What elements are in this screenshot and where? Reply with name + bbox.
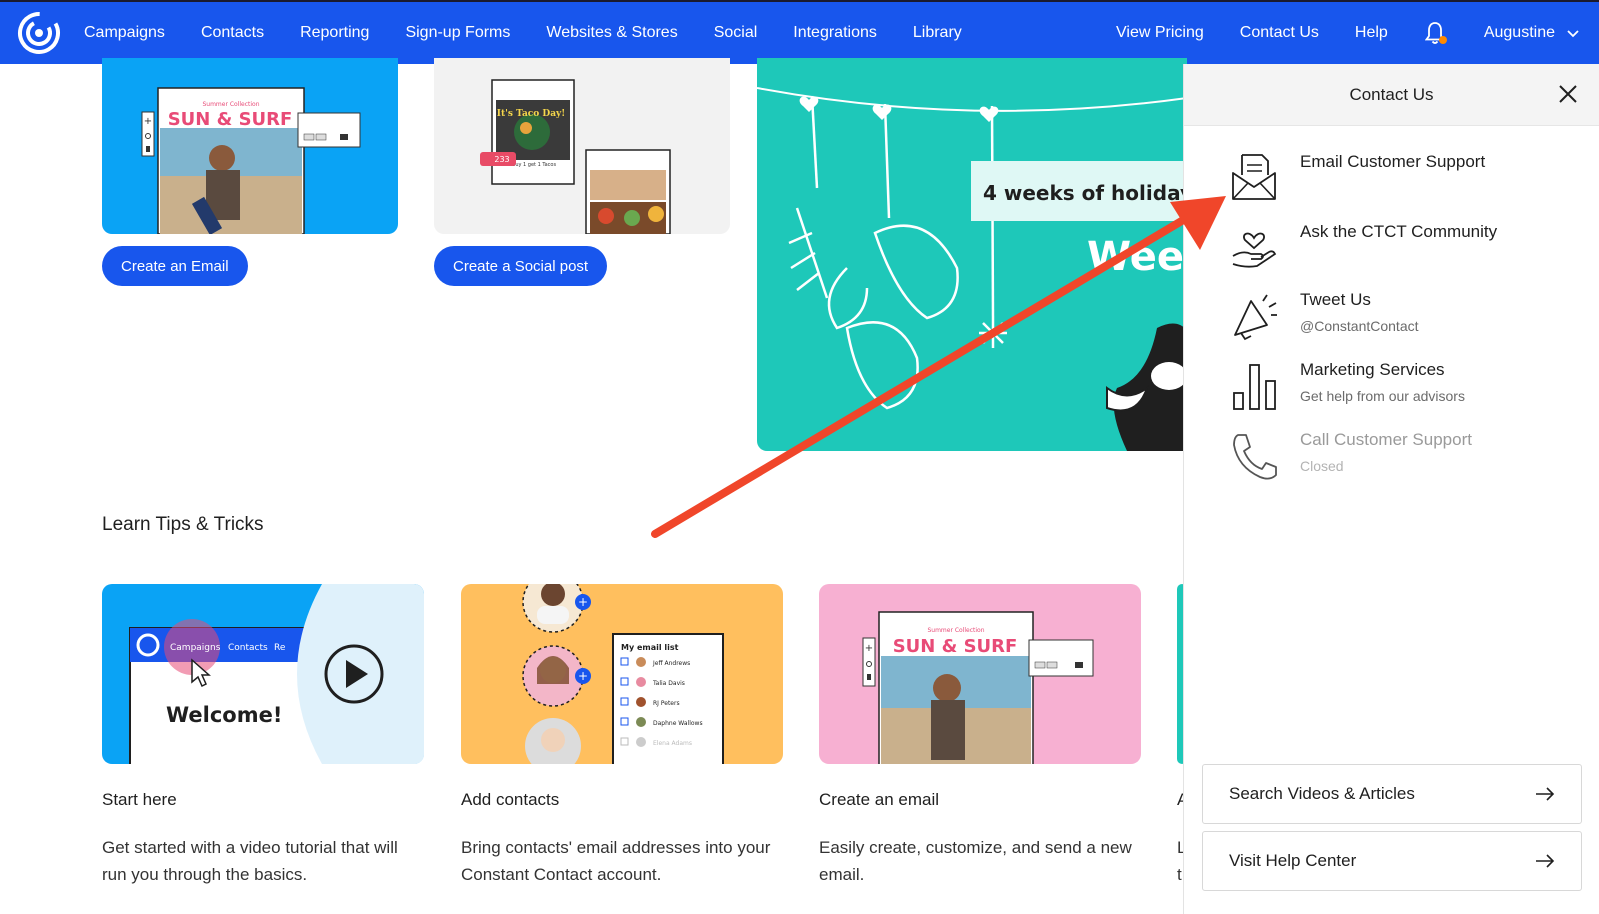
heart-hand-icon: [1228, 220, 1280, 272]
search-videos-articles-button[interactable]: Search Videos & Articles: [1202, 764, 1582, 824]
tip-sun-surf-subtitle: Summer Collection: [927, 627, 984, 634]
tip-desc-start-here: Get started with a video tutorial that w…: [102, 838, 398, 884]
nav-social[interactable]: Social: [714, 24, 758, 42]
marketing-services-option[interactable]: Marketing Services Get help from our adv…: [1228, 360, 1465, 412]
welcome-nav-re: Re: [274, 643, 286, 653]
option-title-community: Ask the CTCT Community: [1300, 222, 1498, 241]
nav-signup-forms[interactable]: Sign-up Forms: [405, 24, 510, 42]
visit-help-center-label: Visit Help Center: [1229, 851, 1357, 870]
email-list-name-0: Jeff Andrews: [652, 660, 690, 667]
user-menu[interactable]: Augustine: [1484, 24, 1579, 42]
option-title-email: Email Customer Support: [1300, 152, 1486, 171]
megaphone-icon: [1228, 290, 1280, 342]
likes-count: 233: [494, 155, 509, 164]
tip-card-add-contacts[interactable]: + + My email list Jeff Andrews Talia Dav…: [461, 584, 783, 764]
create-social-thumbnail[interactable]: It's Taco Day! Buy 1 get 1 Tacos 233: [434, 58, 730, 234]
tweet-us-option[interactable]: Tweet Us @ConstantContact: [1228, 290, 1419, 342]
welcome-nav-campaigns: Campaigns: [170, 643, 221, 653]
taco-sub-text: Buy 1 get 1 Tacos: [512, 162, 557, 168]
sun-surf-title: SUN & SURF: [168, 109, 293, 130]
option-title-marketing: Marketing Services: [1300, 360, 1445, 379]
tip-card-start-here[interactable]: Campaigns Contacts Re Welcome!: [102, 584, 424, 764]
email-list-name-3: Daphne Wallows: [653, 720, 703, 727]
welcome-nav-contacts: Contacts: [228, 643, 268, 653]
bar-chart-icon: [1228, 360, 1280, 412]
nav-contacts[interactable]: Contacts: [201, 24, 264, 42]
nav-help[interactable]: Help: [1355, 24, 1388, 42]
close-icon[interactable]: [1557, 83, 1579, 105]
constant-contact-logo[interactable]: [16, 10, 62, 56]
visit-help-center-button[interactable]: Visit Help Center: [1202, 831, 1582, 891]
nav-library[interactable]: Library: [913, 24, 962, 42]
tip-title-start-here: Start here: [102, 790, 177, 809]
option-sub-tweet: @ConstantContact: [1300, 318, 1419, 334]
option-title-call: Call Customer Support: [1300, 430, 1472, 449]
create-social-post-button[interactable]: Create a Social post: [434, 246, 608, 286]
create-email-button[interactable]: Create an Email: [102, 246, 248, 286]
tip-desc-create-email: Easily create, customize, and send a new…: [819, 838, 1132, 884]
chevron-down-icon: [1567, 30, 1579, 38]
svg-text:+: +: [865, 643, 873, 654]
page: Campaigns Contacts Reporting Sign-up For…: [0, 0, 1599, 914]
search-videos-label: Search Videos & Articles: [1229, 784, 1415, 803]
arrow-right-icon: [1536, 787, 1555, 801]
panel-header: Contact Us: [1184, 64, 1599, 126]
arrow-right-icon: [1536, 854, 1555, 868]
ask-community-option[interactable]: Ask the CTCT Community: [1228, 220, 1497, 272]
holiday-promo-banner[interactable]: 4 weeks of holiday c Week: [757, 58, 1187, 451]
taco-day-text: It's Taco Day!: [497, 109, 565, 119]
email-list-name-2: RJ Peters: [653, 700, 680, 707]
nav-campaigns[interactable]: Campaigns: [84, 24, 165, 42]
email-list-name-4: Elena Adams: [653, 740, 692, 747]
create-email-thumbnail[interactable]: + Summer Collection SUN & SURF: [102, 58, 398, 234]
welcome-text: Welcome!: [166, 703, 282, 727]
contact-us-panel: Contact Us Email Customer Support Ask th…: [1183, 64, 1599, 914]
tip-card-create-email[interactable]: + Summer Collection SUN & SURF: [819, 584, 1141, 764]
tip-title-create-email: Create an email: [819, 790, 940, 809]
tip-desc-add-contacts: Bring contacts' email addresses into you…: [461, 838, 771, 884]
svg-text:+: +: [578, 669, 588, 683]
option-sub-call: Closed: [1300, 458, 1344, 474]
sun-surf-subtitle: Summer Collection: [202, 101, 259, 108]
tip-title-add-contacts: Add contacts: [461, 790, 560, 809]
notification-dot: [1438, 36, 1447, 44]
user-name: Augustine: [1483, 24, 1555, 41]
email-list-title: My email list: [621, 643, 679, 652]
email-list-name-1: Talia Davis: [652, 680, 685, 687]
option-title-tweet: Tweet Us: [1300, 290, 1371, 309]
holiday-banner-text: 4 weeks of holiday c: [983, 181, 1187, 205]
svg-text:+: +: [578, 595, 588, 609]
nav-integrations[interactable]: Integrations: [793, 24, 877, 42]
svg-text:+: +: [144, 116, 152, 127]
section-title-tips: Learn Tips & Tricks: [102, 514, 264, 535]
panel-title: Contact Us: [1349, 84, 1434, 104]
nav-view-pricing[interactable]: View Pricing: [1116, 24, 1204, 42]
nav-right-group: View Pricing Contact Us Help Augustine: [1116, 2, 1599, 64]
nav-reporting[interactable]: Reporting: [300, 24, 369, 42]
call-customer-support-option: Call Customer Support Closed: [1228, 430, 1472, 482]
nav-contact-us[interactable]: Contact Us: [1240, 24, 1319, 42]
phone-icon: [1228, 430, 1280, 482]
envelope-icon: [1228, 150, 1280, 202]
nav-websites-stores[interactable]: Websites & Stores: [546, 24, 677, 42]
bell-icon[interactable]: [1424, 20, 1447, 46]
top-navigation: Campaigns Contacts Reporting Sign-up For…: [0, 0, 1599, 64]
tip-sun-surf-title: SUN & SURF: [893, 636, 1018, 657]
holiday-big-text: Week: [1087, 234, 1187, 280]
option-sub-marketing: Get help from our advisors: [1300, 388, 1465, 404]
email-customer-support-option[interactable]: Email Customer Support: [1228, 150, 1485, 202]
